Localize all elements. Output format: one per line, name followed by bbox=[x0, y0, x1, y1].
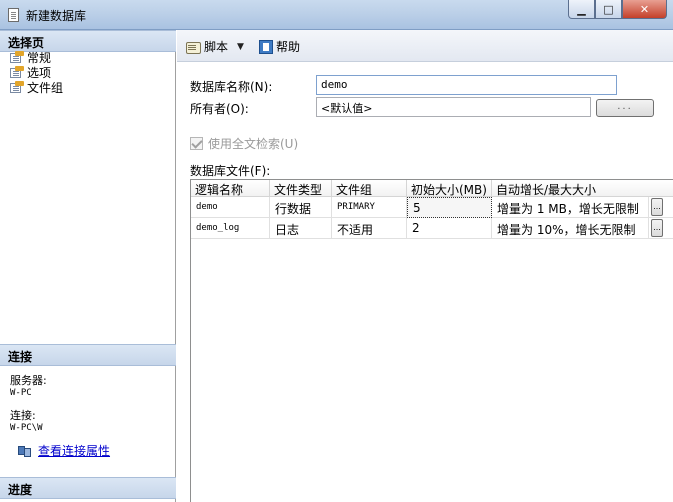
fulltext-checkbox-row[interactable]: 使用全文检索(U) bbox=[190, 135, 298, 152]
minimize-icon: ▁ bbox=[577, 2, 586, 16]
grid-header: 逻辑名称 文件类型 文件组 初始大小(MB) 自动增长/最大大小 bbox=[191, 180, 673, 197]
window-title: 新建数据库 bbox=[26, 9, 87, 23]
filegroup-cell[interactable]: 不适用 bbox=[332, 218, 407, 239]
owner-browse-button[interactable]: ... bbox=[596, 99, 654, 117]
initial-size-cell[interactable]: 5 bbox=[407, 197, 492, 218]
main-panel: 脚本 ▼ 帮助 数据库名称(N): demo 所有者(O): <默认值> ...… bbox=[177, 30, 673, 502]
close-icon: ✕ bbox=[639, 2, 650, 16]
connection-value: W-PC\W bbox=[10, 423, 43, 433]
server-value: W-PC bbox=[10, 388, 32, 398]
script-button[interactable]: 脚本 ▼ bbox=[185, 38, 244, 55]
autogrowth-cell-actions: ... bbox=[649, 197, 673, 218]
autogrowth-cell: 增量为 10%，增长无限制 bbox=[492, 218, 649, 239]
nav-item-options[interactable]: 选项 bbox=[10, 65, 51, 80]
column-header[interactable]: 文件类型 bbox=[270, 180, 332, 197]
initial-size-cell[interactable]: 2 bbox=[407, 218, 492, 239]
filegroup-cell[interactable]: PRIMARY bbox=[332, 197, 407, 218]
logical-name-cell[interactable]: demo_log bbox=[191, 218, 270, 239]
nav-item-label: 文件组 bbox=[27, 80, 64, 95]
database-name-field[interactable]: demo bbox=[316, 75, 617, 95]
help-label: 帮助 bbox=[276, 40, 301, 54]
minimize-button[interactable]: ▁ bbox=[568, 0, 595, 19]
owner-label: 所有者(O): bbox=[190, 102, 249, 116]
maximize-icon: □ bbox=[603, 2, 614, 16]
nav-item-general[interactable]: 常规 bbox=[10, 50, 51, 65]
title-bar: 新建数据库 ▁ □ ✕ bbox=[0, 0, 673, 30]
script-icon bbox=[185, 40, 201, 54]
left-panel: 选择页 常规 选项 文件组 连接 服务器: W-PC 连接: W-PC\W 查看… bbox=[0, 30, 176, 502]
table-row[interactable]: demo_log 日志 不适用 2 增量为 10%，增长无限制 ... bbox=[191, 218, 673, 239]
database-name-label: 数据库名称(N): bbox=[190, 80, 273, 94]
connection-properties-icon bbox=[18, 445, 32, 457]
owner-field[interactable]: <默认值> bbox=[316, 97, 591, 117]
file-type-cell[interactable]: 行数据 bbox=[270, 197, 332, 218]
script-label: 脚本 bbox=[204, 40, 229, 54]
chevron-down-icon[interactable]: ▼ bbox=[237, 42, 244, 52]
logical-name-cell[interactable]: demo bbox=[191, 197, 270, 218]
autogrowth-cell-actions: ... bbox=[649, 218, 673, 239]
document-icon bbox=[8, 8, 19, 22]
file-type-cell[interactable]: 日志 bbox=[270, 218, 332, 239]
column-header[interactable]: 逻辑名称 bbox=[191, 180, 270, 197]
fulltext-checkbox[interactable] bbox=[190, 137, 203, 150]
page-icon bbox=[10, 66, 24, 78]
page-icon bbox=[10, 51, 24, 63]
close-button[interactable]: ✕ bbox=[622, 0, 667, 19]
table-row[interactable]: demo 行数据 PRIMARY 5 增量为 1 MB，增长无限制 ... bbox=[191, 197, 673, 218]
connection-label: 连接: bbox=[10, 409, 36, 422]
database-files-grid: 逻辑名称 文件类型 文件组 初始大小(MB) 自动增长/最大大小 demo 行数… bbox=[190, 179, 673, 502]
view-connection-properties-label: 查看连接属性 bbox=[38, 444, 111, 458]
page-icon bbox=[10, 81, 24, 93]
column-header[interactable]: 文件组 bbox=[332, 180, 407, 197]
connection-header: 连接 bbox=[0, 344, 176, 366]
autogrowth-cell: 增量为 1 MB，增长无限制 bbox=[492, 197, 649, 218]
autogrowth-edit-button[interactable]: ... bbox=[651, 198, 663, 216]
maximize-button[interactable]: □ bbox=[595, 0, 622, 19]
fulltext-label: 使用全文检索(U) bbox=[208, 137, 299, 151]
column-header[interactable]: 初始大小(MB) bbox=[407, 180, 492, 197]
window-controls: ▁ □ ✕ bbox=[568, 0, 667, 19]
server-label: 服务器: bbox=[10, 374, 47, 387]
column-header[interactable]: 自动增长/最大大小 bbox=[492, 180, 673, 197]
help-button[interactable]: 帮助 bbox=[259, 38, 300, 55]
progress-header: 进度 bbox=[0, 477, 176, 499]
autogrowth-edit-button[interactable]: ... bbox=[651, 219, 663, 237]
toolbar: 脚本 ▼ 帮助 bbox=[177, 30, 673, 62]
database-files-label: 数据库文件(F): bbox=[190, 164, 271, 178]
view-connection-properties-link[interactable]: 查看连接属性 bbox=[18, 442, 110, 459]
nav-item-filegroups[interactable]: 文件组 bbox=[10, 80, 64, 95]
help-icon bbox=[259, 39, 273, 54]
